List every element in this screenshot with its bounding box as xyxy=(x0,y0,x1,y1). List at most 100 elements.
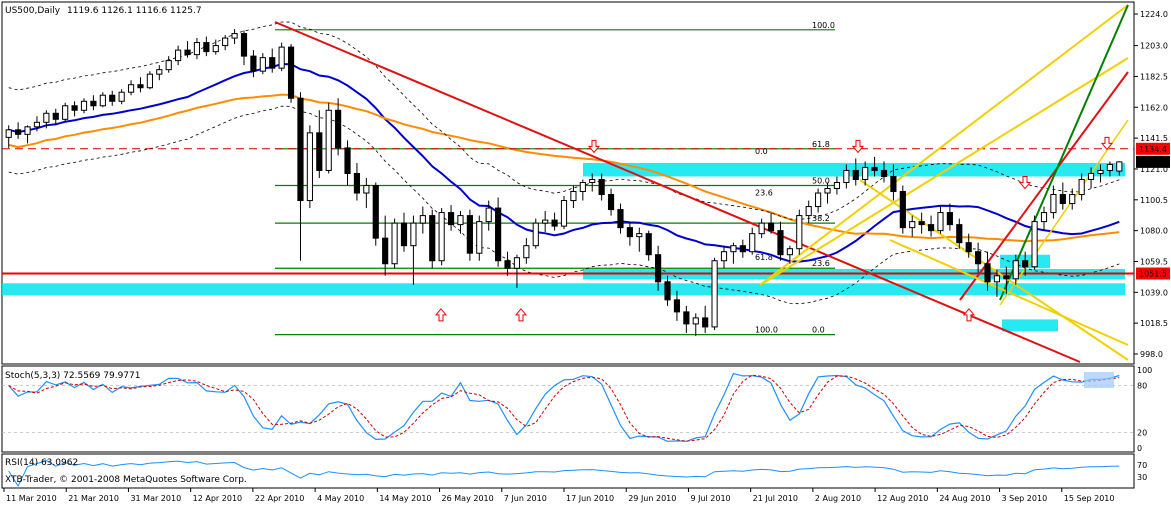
candle-body-34 xyxy=(325,109,332,171)
price-axis: 1224.01203.01182.51162.01141.51121.01100… xyxy=(1134,10,1170,482)
candle-body-37 xyxy=(353,172,361,194)
rsi-level-label-1: 30 xyxy=(1137,473,1147,482)
candle-body-7 xyxy=(71,105,78,111)
candle-body-0 xyxy=(5,129,12,138)
candle-body-46 xyxy=(438,212,445,262)
candle-body-74 xyxy=(702,317,709,328)
candle-body-28 xyxy=(269,57,276,69)
candle-body-95 xyxy=(899,191,906,229)
candle-body-94 xyxy=(890,175,897,193)
candle-body-97 xyxy=(918,221,925,226)
candle-body-55 xyxy=(523,245,530,259)
candle-body-104 xyxy=(984,263,991,283)
candle-body-64 xyxy=(607,194,615,211)
candle-body-72 xyxy=(683,311,690,325)
date-label-8: 7 Jun 2010 xyxy=(504,494,547,503)
rsi-level-label-0: 70 xyxy=(1137,461,1147,470)
candle-body-67 xyxy=(636,233,643,238)
candle-body-86 xyxy=(815,192,822,208)
candle-body-105 xyxy=(993,275,1001,283)
candle-body-54 xyxy=(513,257,521,269)
candle-body-111 xyxy=(1050,194,1057,214)
candle-body-52 xyxy=(495,207,502,262)
copyright-label: XTB-Trader, © 2001-2008 MetaQuotes Softw… xyxy=(5,475,247,485)
candle-body-30 xyxy=(287,46,295,99)
price-tag-2: 1051.5 xyxy=(1139,270,1167,279)
date-label-12: 21 Jul 2010 xyxy=(753,494,798,503)
stoch-level-label-2: 20 xyxy=(1137,428,1147,437)
candle-body-33 xyxy=(316,132,323,171)
price-tick-label-1: 1203.0 xyxy=(1140,42,1168,51)
candle-body-6 xyxy=(62,105,69,120)
date-label-2: 31 Mar 2010 xyxy=(130,494,181,503)
candle-body-82 xyxy=(777,230,784,256)
price-tick-label-6: 1100.5 xyxy=(1140,196,1168,205)
chart-canvas: 100.061.850.038.223.60.00.023.661.8100.0… xyxy=(1,1,1170,503)
date-label-1: 21 Mar 2010 xyxy=(68,494,119,503)
candle-body-79 xyxy=(749,233,756,253)
price-tick-label-8: 1059.5 xyxy=(1140,257,1168,266)
candle-body-32 xyxy=(306,132,313,202)
candle-body-35 xyxy=(335,109,342,149)
candle-body-56 xyxy=(532,222,539,247)
candle-body-36 xyxy=(344,147,351,174)
candle-body-19 xyxy=(184,49,191,56)
stoch-level-label-3: 0 xyxy=(1137,444,1142,453)
candle-body-12 xyxy=(118,91,125,102)
candle-body-100 xyxy=(946,212,953,226)
candle-body-9 xyxy=(90,100,97,107)
candle-body-24 xyxy=(231,33,238,39)
candle-body-114 xyxy=(1078,178,1085,196)
candle-body-108 xyxy=(1022,260,1029,268)
candle-body-2 xyxy=(24,126,31,135)
candle-body-80 xyxy=(758,222,765,235)
candle-body-38 xyxy=(363,185,370,194)
candle-body-49 xyxy=(466,215,473,254)
price-tick-label-11: 998.0 xyxy=(1140,350,1163,359)
candle-body-4 xyxy=(43,112,50,123)
date-label-16: 3 Sep 2010 xyxy=(1002,494,1048,503)
candle-body-17 xyxy=(165,60,172,71)
stoch-level-label-1: 80 xyxy=(1137,382,1147,391)
candle-body-50 xyxy=(476,221,483,254)
candle-body-27 xyxy=(259,57,266,72)
candle-body-65 xyxy=(617,209,624,229)
price-tick-label-4: 1141.5 xyxy=(1140,134,1168,143)
candle-body-83 xyxy=(786,248,793,256)
candle-body-63 xyxy=(598,178,605,196)
candle-body-22 xyxy=(212,45,219,53)
candle-body-15 xyxy=(146,73,153,89)
date-label-13: 2 Aug 2010 xyxy=(815,494,861,503)
candle-body-3 xyxy=(33,121,41,128)
fib-label-0: 100.0 xyxy=(812,21,835,30)
fib-label-5: 0.0 xyxy=(812,326,825,335)
candle-body-85 xyxy=(805,206,812,217)
zone-2 xyxy=(1002,319,1058,332)
candle-body-77 xyxy=(730,245,737,253)
candle-body-44 xyxy=(419,215,426,224)
candle-body-84 xyxy=(796,215,803,250)
price-tag-0: 1134.4 xyxy=(1139,145,1167,154)
candle-body-101 xyxy=(956,224,963,244)
price-tick-label-10: 1018.5 xyxy=(1140,319,1168,328)
candle-body-20 xyxy=(193,42,201,56)
candle-body-43 xyxy=(410,222,417,247)
candle-body-81 xyxy=(767,222,775,232)
date-axis: 11 Mar 2010 21 Mar 2010 31 Mar 2010 12 Apr … xyxy=(3,488,1115,503)
candle-body-48 xyxy=(457,215,464,226)
candle-body-113 xyxy=(1069,194,1076,205)
candle-body-10 xyxy=(99,94,106,107)
candle-body-102 xyxy=(965,242,972,253)
candle-body-40 xyxy=(382,237,389,265)
candle-body-106 xyxy=(1003,275,1010,280)
candle-body-31 xyxy=(297,97,304,202)
fib-right-label-3: 100.0 xyxy=(755,326,778,335)
date-label-17: 15 Sep 2010 xyxy=(1064,494,1115,503)
candle-body-88 xyxy=(833,181,841,190)
chart-ohlc: 1119.6 1126.1 1116.6 1125.7 xyxy=(67,6,202,16)
candle-body-118 xyxy=(1116,161,1123,172)
date-label-11: 9 Jul 2010 xyxy=(690,494,730,503)
rsi-label: RSI(14) 63.0962 xyxy=(5,458,78,468)
candle-body-61 xyxy=(579,181,586,193)
candle-body-90 xyxy=(852,169,859,180)
